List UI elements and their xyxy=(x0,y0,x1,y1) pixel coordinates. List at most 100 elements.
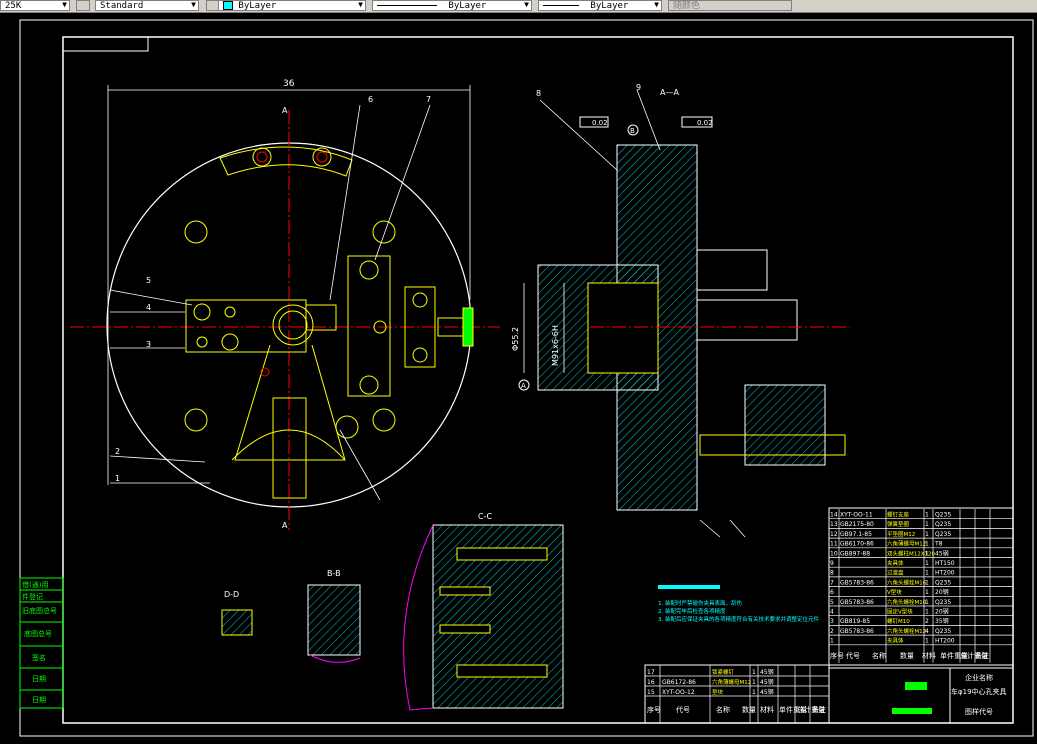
cad-drawing: 借(通)用 件登记 旧底图总号 底图总号 签名 日期 日期 36 A A 1 2… xyxy=(19,19,1034,737)
table-cell-name: 夹具体 xyxy=(887,637,904,645)
table-header-cell: 序号 xyxy=(830,651,844,660)
callout-5: 5 xyxy=(146,276,151,285)
color-dropdown[interactable]: ByLayer ▼ xyxy=(218,0,366,11)
table-cell-material: HT200 xyxy=(935,570,955,577)
section-bb-label: B-B xyxy=(327,569,341,578)
linetype-sample-icon xyxy=(377,5,437,6)
table-cell-name: 螺钉支座 xyxy=(887,511,910,519)
datum-b: B xyxy=(630,127,635,135)
table-cell-qty: 1 xyxy=(925,579,929,586)
note-line: 3. 装配后应保证夹具的各项精度符合有关技术要求并调整定位元件 xyxy=(658,615,819,623)
table-cell-name: 过渡盘 xyxy=(887,569,904,577)
table-cell-material: 20钢 xyxy=(935,588,949,596)
stamp-label: 日期 xyxy=(32,696,46,704)
stamp-label: 旧底图总号 xyxy=(22,606,57,615)
section-dd-label: D-D xyxy=(224,590,239,599)
table-cell-qty: 1 xyxy=(925,609,929,616)
note-line: 1. 装配时严禁碰伤夹具表面，刮伤 xyxy=(658,599,742,607)
table-cell-qty: 1 xyxy=(925,541,929,548)
table-cell-no: 6 xyxy=(830,589,834,596)
stamp-label: 日期 xyxy=(32,675,46,683)
chevron-down-icon: ▼ xyxy=(524,0,529,9)
table-header-cell: 数量 xyxy=(742,705,756,714)
table-cell-no: 1 xyxy=(830,638,834,645)
table-cell-qty: 2 xyxy=(925,618,929,625)
table-cell-qty: 1 xyxy=(925,570,929,577)
plotstyle-dropdown[interactable]: 随颜色 xyxy=(668,0,792,11)
table-header-cell: 备注 xyxy=(812,705,826,714)
dim-style-value: Standard xyxy=(100,1,144,11)
table-cell-code: GB2175-80 xyxy=(840,521,874,528)
table-cell-qty: 1 xyxy=(752,679,756,686)
table-cell-no: 4 xyxy=(830,609,834,616)
bore-dimension: Φ55.2 xyxy=(511,327,520,351)
table-cell-name: 六角头螺栓M12 xyxy=(887,627,926,635)
table-cell-no: 15 xyxy=(647,689,655,696)
stamp-label: 借(通)用 xyxy=(22,580,48,589)
linetype-dropdown[interactable]: ByLayer ▼ xyxy=(372,0,532,11)
chevron-down-icon: ▼ xyxy=(191,0,196,9)
side-section-view: A—A Φ55.2 M91x6-6H 0.02 0.02 B A 8 9 xyxy=(511,83,850,538)
dimstyle-manager-icon[interactable] xyxy=(76,0,90,11)
table-header-cell: 材料 xyxy=(922,651,936,660)
dim-style-dropdown[interactable]: Standard ▼ xyxy=(95,0,199,11)
stamp-label: 件登记 xyxy=(22,592,43,601)
table-cell-code: GB97.1-85 xyxy=(840,531,872,538)
table-cell-name: 固定V型块 xyxy=(887,608,913,616)
color-swatch-icon xyxy=(223,1,233,10)
table-cell-no: 14 xyxy=(830,512,838,519)
stamp-label: 签名 xyxy=(32,653,46,662)
table-cell-material: Q235 xyxy=(935,512,951,519)
technical-notes: 1. 装配时严禁碰伤夹具表面，刮伤 2. 装配完毕后检查各项精度 3. 装配后应… xyxy=(658,585,819,623)
table-cell-qty: 1 xyxy=(925,512,929,519)
section-cc-label: C-C xyxy=(478,512,492,521)
company-name: 企业名称 xyxy=(965,673,993,682)
table-cell-code: XYT-OO-11 xyxy=(840,512,873,519)
table-cell-name: V型块 xyxy=(887,588,902,596)
table-cell-no: 7 xyxy=(830,579,834,586)
table-cell-material: HT150 xyxy=(935,560,955,567)
callout-1: 1 xyxy=(115,474,120,483)
table-cell-name: 六角薄螺母M12 xyxy=(712,678,751,686)
callout-8: 8 xyxy=(536,89,541,98)
table-cell-material: 45钢 xyxy=(760,688,774,696)
table-cell-no: 8 xyxy=(830,570,834,577)
table-cell-no: 5 xyxy=(830,599,834,606)
section-marker: A xyxy=(282,521,288,530)
note-line: 2. 装配完毕后检查各项精度 xyxy=(658,607,726,615)
detail-views: D-D B-B C-C xyxy=(221,512,564,711)
chevron-down-icon: ▼ xyxy=(358,0,363,9)
table-cell-no: 13 xyxy=(830,521,838,528)
table-header-cell: 数量 xyxy=(900,651,914,660)
table-cell-name: 六角头螺栓M10 xyxy=(887,598,927,606)
table-cell-qty: 4 xyxy=(925,628,929,635)
table-cell-material: HT200 xyxy=(935,638,955,645)
table-header-cell: 代号 xyxy=(676,705,690,714)
table-cell-qty: 1 xyxy=(925,550,929,557)
thread-dimension: M91x6-6H xyxy=(551,325,560,366)
table-cell-name: 平垫圈M12 xyxy=(887,530,915,538)
table-cell-no: 10 xyxy=(830,550,838,557)
table-cell-no: 17 xyxy=(647,669,655,676)
lineweight-dropdown[interactable]: ByLayer ▼ xyxy=(538,0,662,11)
table-cell-code: XYT-OO-12 xyxy=(662,689,695,696)
linetype-value: ByLayer xyxy=(448,1,487,11)
table-cell-code: GB819-85 xyxy=(840,618,870,625)
stamp-label: 底图总号 xyxy=(24,629,52,638)
callout-9: 9 xyxy=(636,83,641,92)
callout-2: 2 xyxy=(115,447,120,456)
table-header-cell: 备注 xyxy=(975,651,989,660)
table-header-cell: 材料 xyxy=(760,705,774,714)
table-cell-qty: 1 xyxy=(925,521,929,528)
table-header-cell: 代号 xyxy=(846,651,860,660)
table-cell-qty: 1 xyxy=(752,689,756,696)
table-header-cell: 名称 xyxy=(872,651,886,660)
plotstyle-value: 随颜色 xyxy=(673,1,701,11)
text-style-dropdown[interactable]: 25K ▼ xyxy=(0,0,70,11)
table-header-cell: 名称 xyxy=(716,705,730,714)
table-cell-material: 45钢 xyxy=(935,549,949,557)
drawing-canvas[interactable]: 借(通)用 件登记 旧底图总号 底图总号 签名 日期 日期 36 A A 1 2… xyxy=(0,12,1037,740)
table-cell-material: Q235 xyxy=(935,599,951,606)
datum-a: A xyxy=(521,382,526,390)
table-cell-qty: 1 xyxy=(925,531,929,538)
